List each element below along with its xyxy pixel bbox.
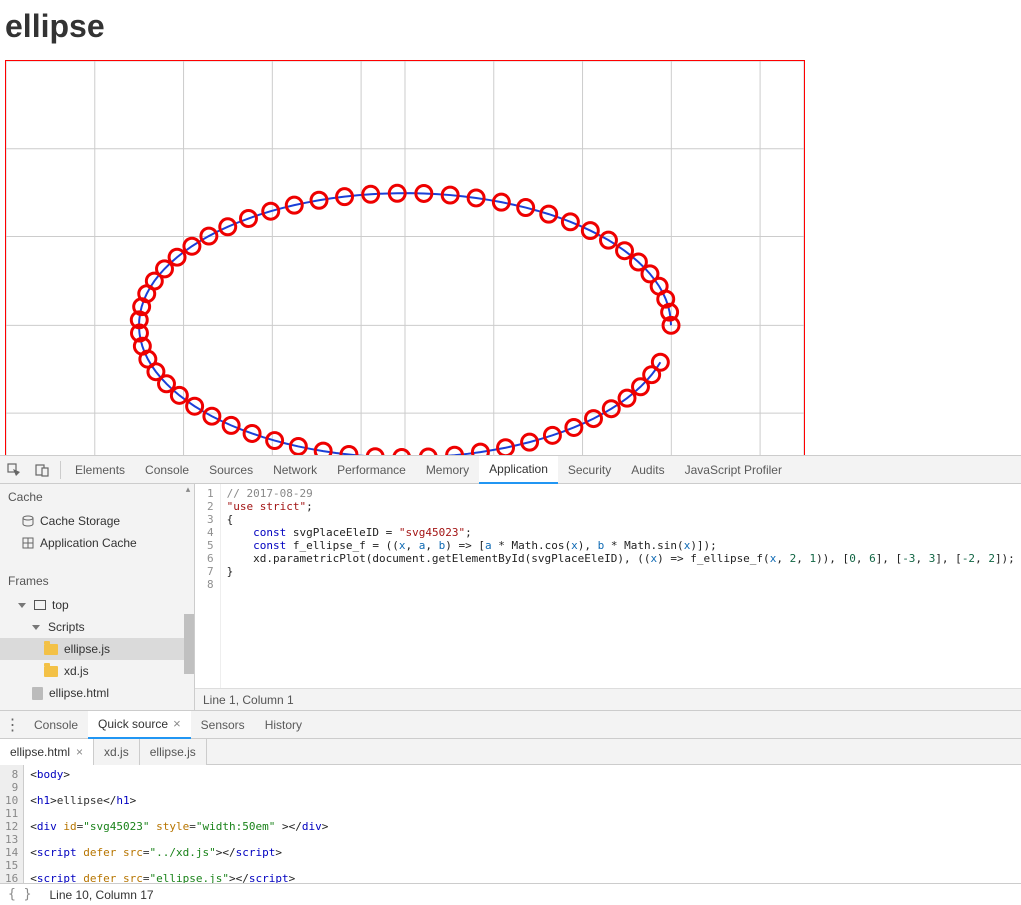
file-ellipse-html[interactable]: ellipse.html: [0, 682, 194, 704]
editor-gutter: 12345678: [195, 484, 221, 688]
devtools-tab-memory[interactable]: Memory: [416, 456, 479, 484]
devtools-tab-application[interactable]: Application: [479, 456, 558, 484]
inspect-icon[interactable]: [0, 456, 28, 484]
folder-icon: [44, 644, 58, 655]
scripts-folder[interactable]: Scripts: [0, 616, 194, 638]
devtools-drawer: ⋮ ConsoleQuick source×SensorsHistory ell…: [0, 710, 1021, 905]
devtools-tab-network[interactable]: Network: [263, 456, 327, 484]
close-icon[interactable]: ×: [173, 716, 181, 731]
pretty-print-icon[interactable]: { }: [8, 887, 31, 902]
file-xd-js[interactable]: xd.js: [0, 660, 194, 682]
application-sidebar: ▴ Cache Cache Storage Application Cache …: [0, 484, 195, 710]
frame-top[interactable]: top: [0, 594, 194, 616]
devtools-tab-audits[interactable]: Audits: [621, 456, 674, 484]
devtools-tabbar: ElementsConsoleSourcesNetworkPerformance…: [0, 456, 1021, 484]
devtools-tab-security[interactable]: Security: [558, 456, 621, 484]
chart-ellipse: [6, 61, 804, 455]
file-icon: [32, 687, 43, 700]
file-tab-xd-js[interactable]: xd.js: [94, 739, 140, 765]
drawer-status: { } Line 10, Column 17: [0, 883, 1021, 905]
devtools-panel: ElementsConsoleSourcesNetworkPerformance…: [0, 455, 1021, 710]
editor-status: Line 1, Column 1: [195, 688, 1021, 710]
folder-icon: [44, 666, 58, 677]
rendered-page: ellipse: [0, 0, 1021, 455]
cache-section: Cache: [0, 484, 194, 510]
chevron-down-icon: [18, 603, 26, 608]
file-tabbar: ellipse.html×xd.jsellipse.js: [0, 739, 1021, 765]
scrollbar-thumb[interactable]: [184, 614, 194, 674]
drawer-editor: 8910111213141516 <body> <h1>ellipse</h1>…: [0, 765, 1021, 883]
file-tab-ellipse-js[interactable]: ellipse.js: [140, 739, 207, 765]
source-editor: 12345678 // 2017-08-29 "use strict"; { c…: [195, 484, 1021, 710]
database-icon: [22, 515, 34, 527]
close-icon[interactable]: ×: [76, 745, 83, 759]
devtools-tab-sources[interactable]: Sources: [199, 456, 263, 484]
drawer-tab-quick-source[interactable]: Quick source×: [88, 711, 191, 739]
devtools-tab-elements[interactable]: Elements: [65, 456, 135, 484]
drawer-tab-history[interactable]: History: [255, 711, 312, 739]
drawer-gutter: 8910111213141516: [0, 765, 24, 883]
app-cache-item[interactable]: Application Cache: [0, 532, 194, 554]
devtools-tab-console[interactable]: Console: [135, 456, 199, 484]
drawer-tab-console[interactable]: Console: [24, 711, 88, 739]
frames-section: Frames: [0, 568, 194, 594]
scroll-up-icon[interactable]: ▴: [182, 484, 194, 496]
drawer-tabbar: ⋮ ConsoleQuick source×SensorsHistory: [0, 711, 1021, 739]
devtools-tab-performance[interactable]: Performance: [327, 456, 416, 484]
frame-icon: [34, 600, 46, 610]
file-ellipse-js[interactable]: ellipse.js: [0, 638, 194, 660]
separator: [60, 461, 61, 479]
drawer-code[interactable]: <body> <h1>ellipse</h1> <div id="svg4502…: [24, 765, 334, 883]
device-icon[interactable]: [28, 456, 56, 484]
chevron-down-icon: [32, 625, 40, 630]
editor-code[interactable]: // 2017-08-29 "use strict"; { const svgP…: [221, 484, 1021, 688]
chart-container: [5, 60, 805, 455]
cache-storage-item[interactable]: Cache Storage: [0, 510, 194, 532]
drawer-tab-sensors[interactable]: Sensors: [191, 711, 255, 739]
page-title: ellipse: [5, 8, 1016, 45]
grid-icon: [22, 537, 34, 549]
devtools-tab-javascript-profiler[interactable]: JavaScript Profiler: [675, 456, 792, 484]
file-tab-ellipse-html[interactable]: ellipse.html×: [0, 739, 94, 765]
kebab-menu-icon[interactable]: ⋮: [0, 715, 24, 735]
